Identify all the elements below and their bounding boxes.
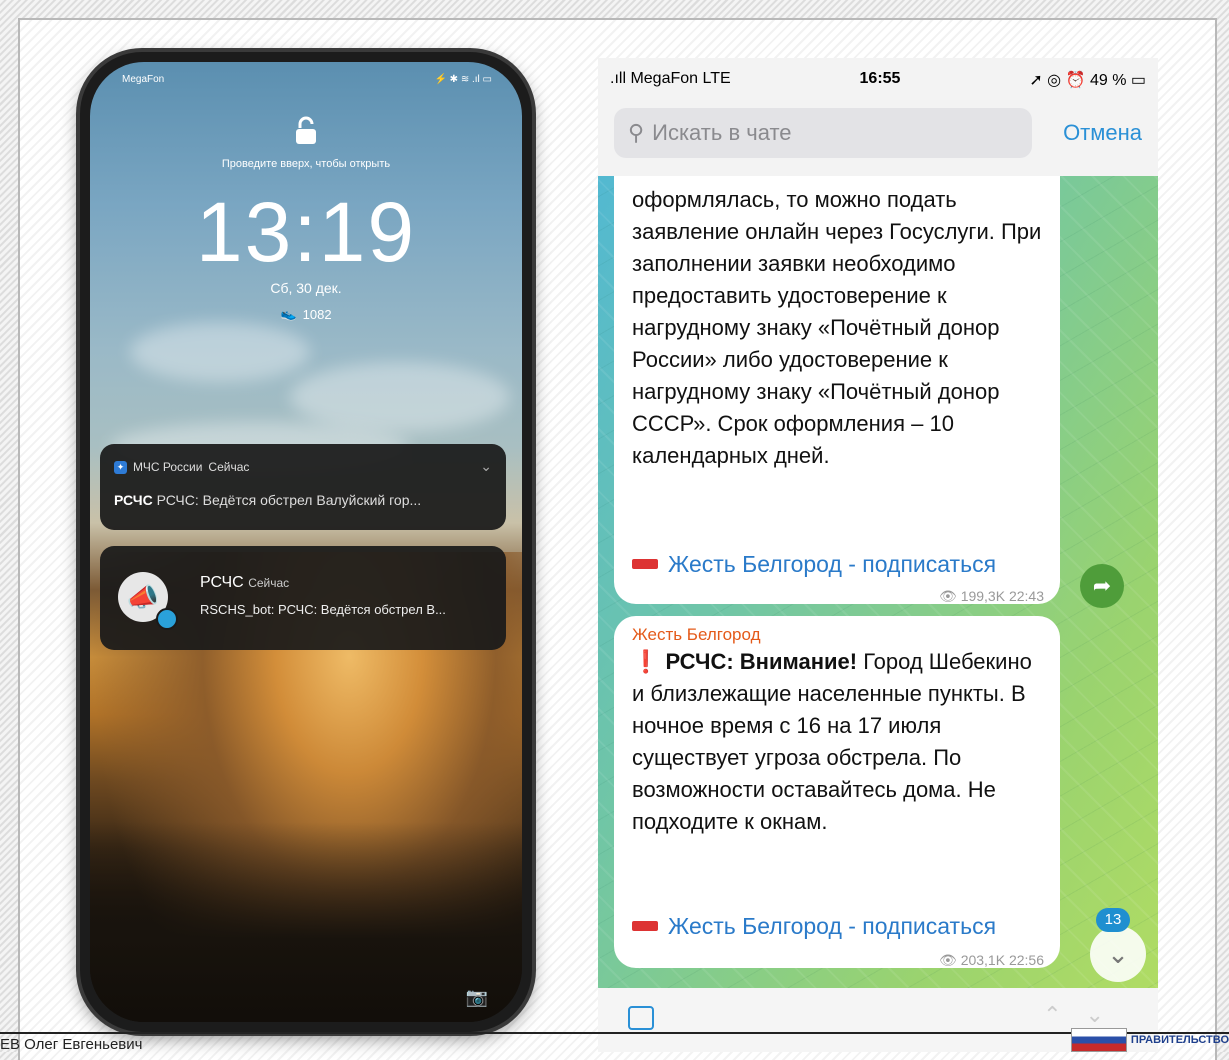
notification-mchs[interactable]: ✦ МЧС России Сейчас ⌄ РСЧС РСЧС: Ведётся…: [100, 444, 506, 530]
message-meta: 👁 199,3K 22:43: [939, 580, 1044, 612]
notification-time: Сейчас: [248, 576, 290, 590]
message-bubble: оформлялась, то можно подать заявление о…: [614, 168, 1060, 604]
forward-icon[interactable]: ➦: [1080, 564, 1124, 608]
view-count: 199,3K: [960, 588, 1006, 604]
cancel-button[interactable]: Отмена: [1063, 120, 1142, 146]
exclamation-icon: ❗: [632, 649, 660, 674]
message-sender: Жесть Белгород: [632, 625, 761, 644]
scroll-down-button[interactable]: ⌄: [1090, 926, 1146, 982]
notification-rschs[interactable]: 📣 РСЧС Сейчас RSCHS_bot: РСЧС: Ведётся о…: [100, 546, 506, 650]
channel-logo-icon: [632, 559, 658, 569]
subscribe-link[interactable]: Жесть Белгород - подписаться: [632, 548, 996, 580]
footprint-icon: 👟: [280, 306, 297, 321]
chat-search-field[interactable]: ⚲ Искать в чате: [614, 108, 1032, 158]
calendar-icon[interactable]: [628, 1006, 654, 1030]
step-count: 1082: [302, 306, 332, 322]
carrier-label: MegaFon: [122, 74, 165, 85]
ios-status-bar: .ıll MegaFon LTE 16:55 ➚ ◎ ⏰ 49 % ▭: [610, 70, 1146, 90]
alert-prefix: РСЧС: Внимание!: [665, 649, 858, 674]
message-text: оформлялась, то можно подать заявление о…: [632, 187, 1042, 468]
notification-body: РСЧС РСЧС: Ведётся обстрел Валуйский гор…: [114, 492, 492, 508]
unlock-icon: [294, 116, 318, 151]
status-icons: ⚡ ✱ ≋ .ıl ▭: [434, 74, 492, 85]
notification-text: РСЧС: Ведётся обстрел Валуйский гор...: [156, 492, 422, 508]
eye-icon: 👁: [939, 588, 957, 604]
battery-status: ➚ ◎ ⏰ 49 % ▭: [1029, 72, 1146, 89]
view-count: 203,1K: [960, 952, 1006, 968]
eye-icon: 👁: [939, 952, 957, 968]
footer-divider: [0, 1032, 1229, 1034]
notification-body: RSCHS_bot: РСЧС: Ведётся обстрел В...: [200, 602, 492, 617]
footer-author: ЕВ Олег Евгеньевич: [0, 1036, 143, 1053]
message-time: 22:56: [1008, 952, 1044, 968]
search-placeholder: Искать в чате: [652, 120, 792, 145]
channel-logo-icon: [632, 921, 658, 931]
chevron-down-icon[interactable]: ⌄: [480, 458, 492, 475]
notification-app: МЧС России: [133, 460, 203, 474]
signal-carrier: .ıll MegaFon LTE: [610, 70, 731, 87]
search-nav-arrows[interactable]: ⌃⌄: [1043, 1002, 1128, 1028]
telegram-chat-screenshot: оформлялась, то можно подать заявление о…: [598, 58, 1158, 1052]
government-label: ПРАВИТЕЛЬСТВО: [1130, 1033, 1229, 1046]
message-meta: 👁 203,1K 22:56: [939, 944, 1044, 976]
subscribe-link[interactable]: Жесть Белгород - подписаться: [632, 910, 996, 942]
telegram-icon: [156, 608, 178, 630]
notification-sender: RSCHS_bot:: [200, 602, 275, 617]
lockscreen-status-bar: MegaFon ⚡ ✱ ≋ .ıl ▭: [122, 74, 492, 85]
alert-text: Город Шебекино и близлежащие населенные …: [632, 649, 1032, 834]
message-text: ❗ РСЧС: Внимание! Город Шебекино и близл…: [632, 646, 1042, 838]
message-time: 22:43: [1008, 588, 1044, 604]
notification-title: РСЧС Сейчас: [200, 574, 289, 592]
search-icon: ⚲: [628, 120, 645, 145]
government-logo: ПРАВИТЕЛЬСТВО: [1070, 1028, 1229, 1052]
notification-sender: РСЧС: [114, 492, 153, 508]
notification-header: ✦ МЧС России Сейчас: [114, 460, 249, 474]
message-bubble: Жесть Белгород ❗ РСЧС: Внимание! Город Ш…: [614, 616, 1060, 968]
notification-text: РСЧС: Ведётся обстрел В...: [278, 602, 446, 617]
lockscreen-wallpaper: MegaFon ⚡ ✱ ≋ .ıl ▭ Проведите вверх, что…: [90, 62, 522, 1022]
telegram-header: .ıll MegaFon LTE 16:55 ➚ ◎ ⏰ 49 % ▭ ⚲ Ис…: [598, 58, 1158, 176]
lockscreen-date: Сб, 30 дек.: [270, 280, 342, 296]
swipe-hint: Проведите вверх, чтобы открыть: [221, 158, 391, 170]
flag-icon: [1070, 1028, 1127, 1052]
step-counter: 👟 1082: [90, 306, 522, 322]
subscribe-label: Жесть Белгород - подписаться: [668, 551, 997, 577]
camera-icon[interactable]: 📷: [466, 987, 488, 1008]
notification-time: Сейчас: [208, 460, 250, 474]
unread-badge: 13: [1096, 908, 1130, 932]
lockscreen-clock: 13:19: [195, 185, 417, 279]
subscribe-label: Жесть Белгород - подписаться: [668, 913, 997, 939]
status-time: 16:55: [859, 70, 901, 87]
phone-lockscreen: MegaFon ⚡ ✱ ≋ .ıl ▭ Проведите вверх, что…: [80, 52, 532, 1032]
notification-title-text: РСЧС: [200, 574, 244, 591]
mchs-app-icon: ✦: [114, 460, 127, 474]
